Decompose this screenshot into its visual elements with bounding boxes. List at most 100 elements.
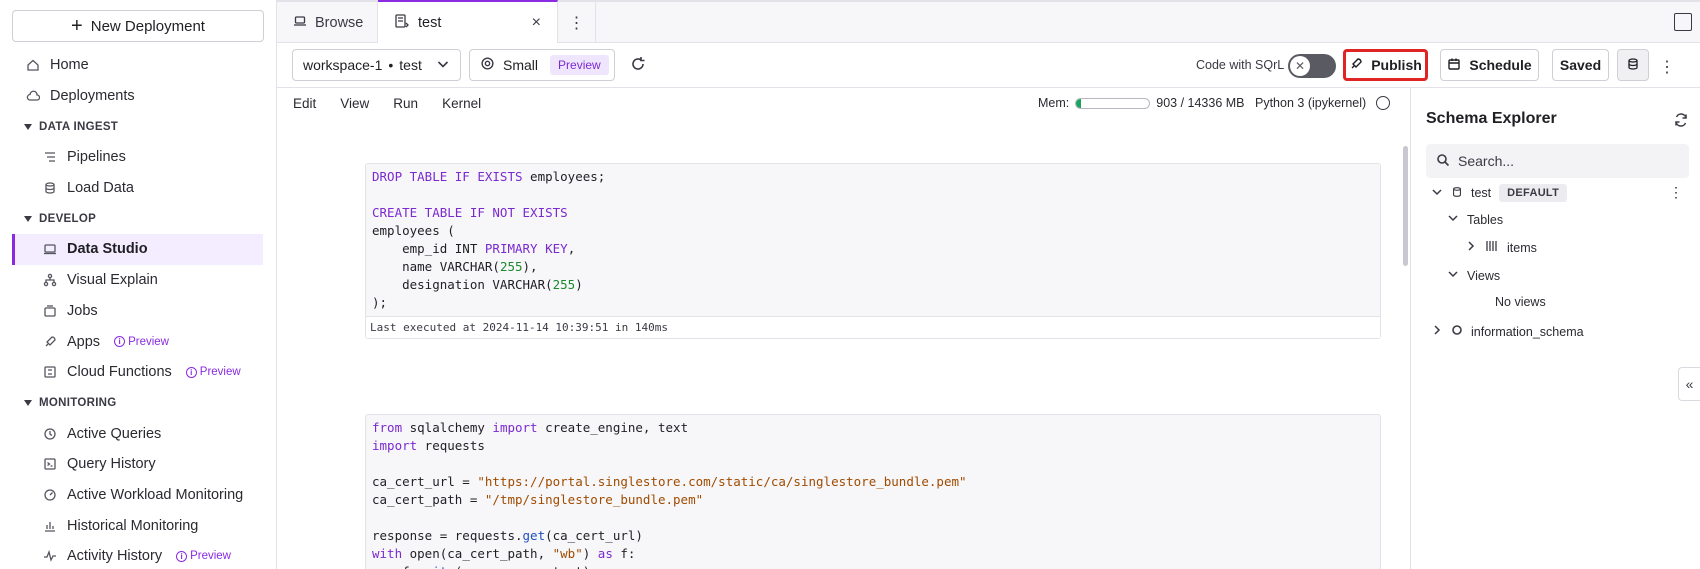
notebook-scrollbar[interactable]: [1403, 146, 1408, 266]
publish-label: Publish: [1371, 57, 1422, 73]
sidebar-item-active-queries[interactable]: Active Queries: [0, 418, 276, 449]
publish-button[interactable]: Publish: [1343, 49, 1428, 81]
sidebar-item-jobs[interactable]: Jobs: [0, 296, 276, 327]
system-db-icon: [1451, 324, 1463, 339]
section-title: MONITORING: [39, 396, 117, 409]
menu-edit[interactable]: Edit: [293, 96, 316, 111]
python-cell[interactable]: from sqlalchemy import create_engine, te…: [365, 414, 1381, 569]
sidebar-item-label: Pipelines: [67, 149, 126, 166]
notebook-menubar: Edit View Run Kernel Mem: 903 / 14336 MB…: [277, 88, 1410, 118]
tab-test[interactable]: test ×: [378, 0, 558, 44]
section-monitoring[interactable]: MONITORING: [0, 388, 276, 419]
sidebar-item-label: Apps: [67, 333, 101, 350]
no-views-text: No views: [1495, 295, 1546, 309]
workspace-selector[interactable]: workspace-1 • test: [292, 49, 461, 81]
default-badge: DEFAULT: [1499, 184, 1568, 202]
db-name: information_schema: [1471, 324, 1584, 339]
cloud-functions-icon: [43, 365, 57, 379]
new-deployment-button[interactable]: + New Deployment: [12, 10, 264, 42]
cloud-icon: [26, 89, 40, 103]
tree-db-information-schema[interactable]: information_schema: [1431, 324, 1584, 339]
sidebar-item-data-studio[interactable]: Data Studio: [12, 234, 263, 265]
fullscreen-icon[interactable]: [1674, 13, 1692, 31]
tree-table-items[interactable]: items: [1465, 240, 1537, 255]
menu-kernel[interactable]: Kernel: [442, 96, 481, 111]
notebook-icon: [394, 13, 410, 33]
toolbar: workspace-1 • test Small Preview Code wi…: [277, 43, 1700, 88]
collapse-panel-icon[interactable]: «: [1678, 367, 1700, 401]
tab-bar: Browse test × ⋮: [277, 0, 1700, 44]
sidebar-item-label: Deployments: [50, 88, 135, 105]
views-label: Views: [1467, 268, 1501, 283]
code-with-sqrl-label: Code with SQrL: [1196, 58, 1285, 72]
preview-badge-label: Preview: [128, 335, 169, 348]
more-tabs-icon[interactable]: ⋮: [558, 2, 596, 43]
new-deployment-label: New Deployment: [90, 17, 205, 35]
sidebar-item-query-history[interactable]: Query History: [0, 449, 276, 480]
refresh-icon[interactable]: [1673, 112, 1689, 128]
kernel-name[interactable]: Python 3 (ipykernel): [1255, 96, 1366, 110]
sidebar-item-activity-history[interactable]: Activity History i Preview: [0, 541, 276, 569]
sidebar-item-cloud-functions[interactable]: Cloud Functions i Preview: [0, 357, 276, 388]
sidebar-item-pipelines[interactable]: Pipelines: [0, 142, 276, 173]
sidebar-item-label: Activity History: [67, 548, 163, 565]
more-options-icon[interactable]: ⋮: [1659, 57, 1675, 77]
section-develop[interactable]: DEVELOP: [0, 203, 276, 234]
close-icon[interactable]: ×: [532, 14, 541, 32]
schema-search-input[interactable]: Search...: [1426, 144, 1689, 178]
sidebar: + New Deployment Home Deployments DATA I…: [0, 0, 277, 569]
sidebar-item-label: Active Workload Monitoring: [67, 486, 244, 503]
cell-code[interactable]: DROP TABLE IF EXISTS employees; CREATE T…: [366, 164, 1380, 316]
tab-browse[interactable]: Browse: [277, 2, 378, 43]
tab-label: Browse: [315, 14, 364, 31]
more-options-icon[interactable]: ⋮: [1669, 184, 1683, 201]
section-data-ingest[interactable]: DATA INGEST: [0, 111, 276, 142]
laptop-icon: [293, 14, 307, 32]
schedule-button[interactable]: Schedule: [1440, 49, 1539, 81]
chevron-down-icon: [1431, 186, 1443, 201]
menu-view[interactable]: View: [340, 96, 369, 111]
terminal-icon: [43, 457, 57, 471]
sidebar-item-apps[interactable]: Apps i Preview: [0, 326, 276, 357]
sidebar-item-historical-monitoring[interactable]: Historical Monitoring: [0, 510, 276, 541]
sql-cell[interactable]: DROP TABLE IF EXISTS employees; CREATE T…: [365, 163, 1381, 339]
sidebar-item-active-workload-monitoring[interactable]: Active Workload Monitoring: [0, 480, 276, 511]
sidebar-item-label: Data Studio: [67, 241, 148, 258]
sidebar-item-home[interactable]: Home: [0, 50, 276, 81]
preview-badge: i Preview: [185, 366, 241, 378]
tree-views[interactable]: Views: [1447, 268, 1500, 283]
home-icon: [26, 58, 40, 72]
sidebar-item-label: Cloud Functions: [67, 364, 172, 381]
refresh-icon[interactable]: [629, 55, 647, 73]
chevron-right-icon: [1465, 240, 1477, 255]
database-name: test: [399, 57, 422, 73]
tree-tables[interactable]: Tables: [1447, 212, 1503, 227]
sidebar-item-deployments[interactable]: Deployments: [0, 81, 276, 112]
schedule-label: Schedule: [1469, 57, 1532, 73]
rocket-icon: [43, 335, 57, 349]
mem-label: Mem:: [1038, 96, 1070, 110]
compute-size-label: Small: [503, 57, 539, 73]
sidebar-item-visual-explain[interactable]: Visual Explain: [0, 265, 276, 296]
sidebar-item-label: Home: [50, 57, 89, 74]
database-icon: [1626, 57, 1640, 74]
preview-pill: Preview: [550, 55, 609, 75]
menu-run[interactable]: Run: [393, 96, 418, 111]
jobs-icon: [43, 304, 57, 318]
table-name: items: [1507, 240, 1537, 255]
saved-label: Saved: [1559, 57, 1602, 73]
sqrl-toggle[interactable]: ✕: [1288, 54, 1336, 78]
section-title: DEVELOP: [39, 212, 97, 225]
schema-explorer-toggle[interactable]: [1617, 49, 1649, 81]
cell-code[interactable]: from sqlalchemy import create_engine, te…: [366, 415, 1380, 569]
compute-size-button[interactable]: Small Preview: [469, 49, 615, 81]
sidebar-nav: Home Deployments DATA INGEST Pipelines L…: [0, 50, 276, 569]
sidebar-item-load-data[interactable]: Load Data: [0, 173, 276, 204]
preview-badge-label: Preview: [190, 550, 231, 563]
saved-button[interactable]: Saved: [1552, 49, 1609, 81]
sidebar-item-label: Active Queries: [67, 425, 162, 442]
tree-db-test[interactable]: test DEFAULT: [1431, 184, 1568, 202]
preview-badge: i Preview: [176, 550, 231, 562]
schema-explorer: Schema Explorer Search... test DEFAULT ⋮…: [1410, 88, 1700, 569]
visual-explain-icon: [43, 273, 57, 287]
